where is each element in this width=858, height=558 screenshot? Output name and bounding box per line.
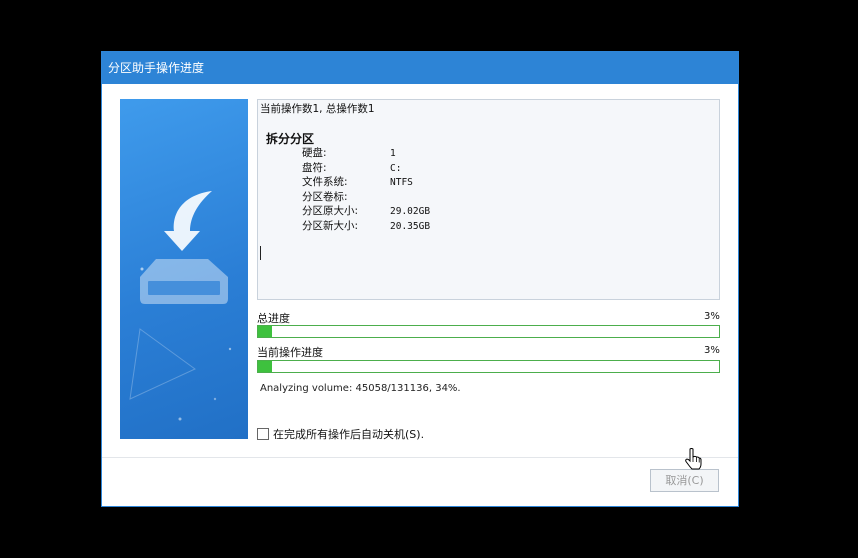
detail-key: 盘符:: [302, 161, 327, 174]
current-progress-fill: [258, 361, 272, 372]
operation-count-text: 当前操作数1, 总操作数1: [260, 103, 375, 115]
detail-row-disk: 硬盘: 1: [302, 146, 602, 162]
detail-value: 1: [390, 148, 396, 159]
detail-value: C:: [390, 162, 402, 174]
shutdown-checkbox[interactable]: [257, 428, 269, 440]
side-illustration: [120, 99, 248, 439]
dialog-title: 分区助手操作进度: [102, 52, 738, 84]
detail-row-volume-label: 分区卷标:: [302, 190, 602, 205]
cancel-button[interactable]: 取消(C): [650, 469, 719, 492]
detail-key: 分区新大小:: [302, 219, 359, 232]
detail-value: 29.02GB: [390, 206, 431, 217]
detail-value: NTFS: [390, 177, 413, 188]
detail-row-original-size: 分区原大小: 29.02GB: [302, 204, 602, 220]
download-drive-icon: [129, 191, 232, 421]
current-progress-percent: 3%: [704, 345, 720, 356]
operation-name: 拆分分区: [266, 132, 315, 146]
detail-row-new-size: 分区新大小: 20.35GB: [302, 219, 602, 235]
detail-row-filesystem: 文件系统: NTFS: [302, 175, 602, 191]
total-progress-fill: [258, 326, 272, 337]
detail-key: 硬盘:: [302, 147, 327, 159]
status-text: Analyzing volume: 45058/131136, 34%.: [260, 383, 461, 394]
footer-divider: [102, 457, 738, 458]
hand-cursor-icon: [685, 448, 702, 470]
shutdown-option[interactable]: 在完成所有操作后自动关机(S).: [257, 426, 424, 442]
total-progress-percent: 3%: [704, 311, 720, 322]
current-progress-bar: [257, 360, 720, 373]
text-caret: [260, 246, 261, 260]
total-progress-label: 总进度: [257, 312, 290, 325]
detail-row-drive-letter: 盘符: C:: [302, 161, 602, 177]
total-progress-bar: [257, 325, 720, 338]
detail-key: 分区卷标:: [302, 190, 348, 203]
shutdown-label[interactable]: 在完成所有操作后自动关机(S).: [273, 426, 424, 442]
detail-value: 20.35GB: [390, 220, 431, 232]
current-progress-label: 当前操作进度: [257, 346, 323, 359]
progress-dialog: 分区助手操作进度 当前操作数1, 总操作数1 拆分分区 硬盘: 1 盘符: C: 文…: [101, 51, 739, 507]
operation-log: 当前操作数1, 总操作数1 拆分分区 硬盘: 1 盘符: C: 文件系统: NTFS …: [257, 99, 720, 300]
detail-key: 分区原大小:: [302, 205, 359, 217]
detail-key: 文件系统:: [302, 176, 348, 188]
